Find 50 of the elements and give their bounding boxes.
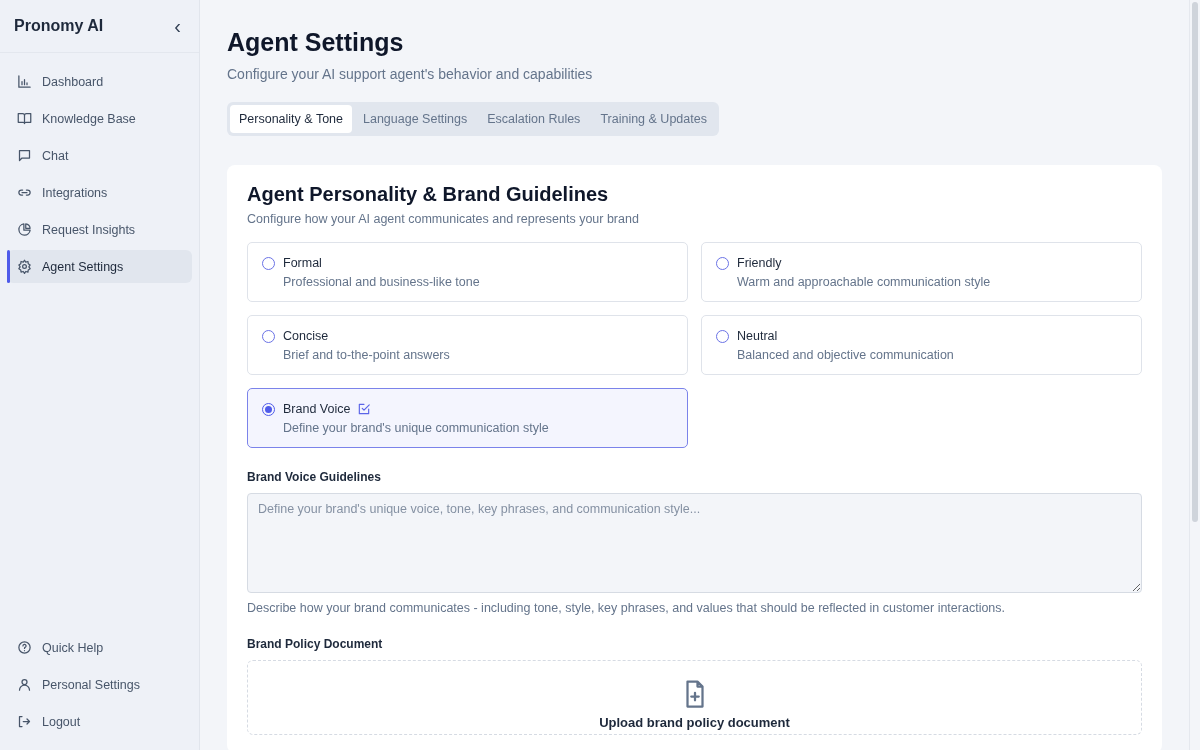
tab[interactable]: Language Settings xyxy=(354,105,477,133)
option-label: Formal xyxy=(283,256,322,270)
tone-option[interactable]: Neutral Balanced and objective communication xyxy=(701,315,1142,375)
page-title: Agent Settings xyxy=(227,28,405,57)
sidebar-item[interactable]: Quick Help xyxy=(7,631,192,664)
option-description: Warm and approachable communication style xyxy=(737,275,991,289)
app-name: Pronomy AI xyxy=(14,17,104,35)
chart-icon xyxy=(17,74,32,89)
chat-icon xyxy=(17,148,32,163)
option-description: Define your brand's unique communication style xyxy=(283,421,549,435)
help-text: Describe how your brand communicates - including tone, style, key phrases, and values that should be reflected in customer interactions. xyxy=(247,601,1007,615)
edit-icon[interactable] xyxy=(357,402,372,416)
page-subtitle: Configure your AI support agent's behavior and capabilities xyxy=(227,66,594,82)
tone-option[interactable]: Formal Professional and business-like tone xyxy=(247,242,688,302)
logout-icon xyxy=(17,714,32,729)
field-label: Brand Voice Guidelines xyxy=(247,470,382,484)
option-description: Brief and to-the-point answers xyxy=(283,348,450,362)
question-icon xyxy=(17,640,32,655)
sidebar-item[interactable]: Agent Settings xyxy=(7,250,192,283)
sidebar-item[interactable]: Logout xyxy=(7,705,192,738)
upload-area[interactable]: Upload brand policy document xyxy=(247,660,1142,735)
sidebar-item[interactable]: Integrations xyxy=(7,176,192,209)
card-subtitle: Configure how your AI agent communicates and represents your brand xyxy=(247,212,640,226)
tab[interactable]: Personality & Tone xyxy=(230,105,352,133)
tone-option[interactable]: Friendly Warm and approachable communication style xyxy=(701,242,1142,302)
upload-text: Upload brand policy document xyxy=(599,715,790,730)
sidebar-item[interactable]: Request Insights xyxy=(7,213,192,246)
scrollbar[interactable] xyxy=(1189,0,1200,750)
tab[interactable]: Training & Updates xyxy=(591,105,716,133)
guidelines-field[interactable]: Define your brand's unique voice, tone, key phrases, and communication style... xyxy=(247,493,1142,593)
sidebar-item[interactable]: Knowledge Base xyxy=(7,102,192,135)
tab[interactable]: Escalation Rules xyxy=(478,105,590,133)
user-icon xyxy=(17,677,32,692)
option-label: Friendly xyxy=(737,256,782,270)
gear-icon xyxy=(17,259,32,274)
collapse-button[interactable]: ‹ xyxy=(170,16,185,36)
card-title: Agent Personality & Brand Guidelines xyxy=(247,183,610,206)
tone-option[interactable]: Brand Voice Define your brand's unique communication style xyxy=(247,388,688,448)
book-icon xyxy=(17,111,32,126)
pie-icon xyxy=(17,222,32,237)
sidebar-item[interactable]: Personal Settings xyxy=(7,668,192,701)
option-label: Brand Voice xyxy=(283,402,351,416)
option-description: Balanced and objective communication xyxy=(737,348,954,362)
option-label: Neutral xyxy=(737,329,778,343)
tone-option[interactable]: Concise Brief and to-the-point answers xyxy=(247,315,688,375)
field-label: Brand Policy Document xyxy=(247,637,384,651)
option-label: Concise xyxy=(283,329,329,343)
sidebar-item[interactable]: Dashboard xyxy=(7,65,192,98)
option-description: Professional and business-like tone xyxy=(283,275,480,289)
sidebar-item[interactable]: Chat xyxy=(7,139,192,172)
